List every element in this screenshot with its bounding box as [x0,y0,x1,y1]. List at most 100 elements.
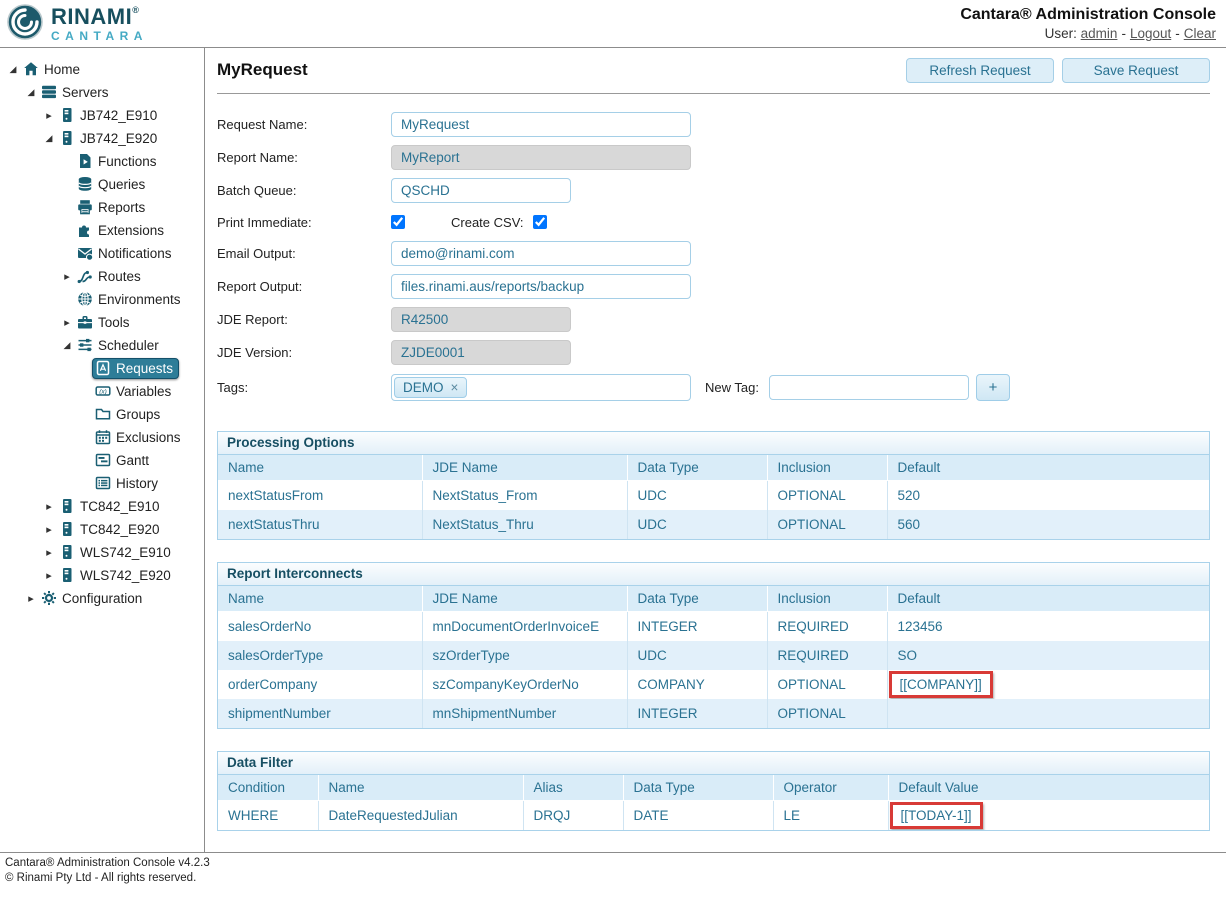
create-csv-checkbox[interactable] [533,215,547,229]
table-header-row: ConditionNameAliasData TypeOperatorDefau… [218,775,1209,801]
sidebar-item-tc842-e910[interactable]: ▸ TC842_E910 [0,495,204,518]
chevron-expanded-icon[interactable]: ◢ [60,340,74,351]
tag-chip-label: DEMO [403,380,444,395]
sidebar-item-routes[interactable]: ▸Routes [0,265,204,288]
column-header-name: Name [218,455,422,481]
cell-value: OPTIONAL [778,706,846,721]
sidebar-item-notifications[interactable]: Notifications [0,242,204,265]
chevron-expanded-icon[interactable]: ◢ [6,64,20,75]
footer-copyright: © Rinami Pty Ltd - All rights reserved. [5,871,1221,886]
logo-rinami: RINAMI® [51,6,148,28]
clear-link[interactable]: Clear [1184,26,1216,41]
cell-value: DateRequestedJulian [329,808,458,823]
column-header-jde-name: JDE Name [422,586,627,612]
user-link[interactable]: admin [1081,26,1118,41]
sidebar-item-label: Scheduler [98,338,159,353]
app-header: RINAMI® CANTARA Cantara® Administration … [0,0,1226,48]
email-output-input[interactable] [391,241,691,266]
sidebar-item-jb742-e910[interactable]: ▸JB742_E910 [0,104,204,127]
sidebar-item-history[interactable]: History [0,472,204,495]
table-row[interactable]: salesOrderNo mnDocumentOrderInvoiceE INTEG… [218,612,1209,642]
variables-icon: (x) [95,383,112,399]
cell-value: salesOrderNo [228,619,311,634]
sidebar-item-label: Groups [116,407,160,422]
chevron-collapsed-icon[interactable]: ▸ [42,523,56,536]
column-header-name: Name [218,586,422,612]
logout-link[interactable]: Logout [1130,26,1171,41]
column-header-jde-name: JDE Name [422,455,627,481]
tags-label: Tags: [217,380,391,395]
cell-value: nextStatusFrom [228,488,323,503]
user-label: User: [1045,26,1077,41]
sidebar-item-reports[interactable]: Reports [0,196,204,219]
chevron-collapsed-icon[interactable]: ▸ [42,109,56,122]
tag-chip: DEMO × [394,377,467,398]
chevron-expanded-icon[interactable]: ◢ [42,133,56,144]
sidebar-item-servers[interactable]: ◢Servers [0,81,204,104]
chevron-collapsed-icon[interactable]: ▸ [42,569,56,582]
cell-value: szOrderType [433,648,510,663]
sidebar-item-label: Functions [98,154,157,169]
server-icon [59,521,76,537]
table-row[interactable]: nextStatusThruNextStatus_ThruUDCOPTIONAL… [218,510,1209,539]
sidebar-item-gantt[interactable]: Gantt [0,449,204,472]
server-icon [59,567,76,583]
server-icon [59,107,76,123]
request-name-input[interactable] [391,112,691,137]
batch-queue-input[interactable] [391,178,571,203]
sidebar-item-configuration[interactable]: ▸Configuration [0,587,204,610]
cell-value: OPTIONAL [778,677,846,692]
chevron-collapsed-icon[interactable]: ▸ [60,270,74,283]
sidebar-item-home[interactable]: ◢Home [0,58,204,81]
new-tag-input[interactable] [769,375,969,400]
save-request-button[interactable]: Save Request [1062,58,1210,83]
report-output-label: Report Output: [217,279,391,294]
cell-value: DATE [634,808,669,823]
chevron-collapsed-icon[interactable]: ▸ [60,316,74,329]
table-processing-options: Processing OptionsNameJDE NameData TypeI… [217,431,1210,540]
refresh-request-button[interactable]: Refresh Request [906,58,1054,83]
sidebar-item-exclusions[interactable]: Exclusions [0,426,204,449]
cell-value: UDC [638,488,667,503]
chevron-expanded-icon[interactable]: ◢ [24,87,38,98]
sidebar-item-tc842-e920[interactable]: ▸TC842_E920 [0,518,204,541]
cell-value: mnDocumentOrderInvoiceE [433,619,600,634]
sidebar-item-environments[interactable]: Environments [0,288,204,311]
sidebar-item-functions[interactable]: Functions [0,150,204,173]
notifications-icon [77,245,94,261]
svg-text:(x): (x) [99,389,107,396]
table-row[interactable]: WHEREDateRequestedJulianDRQJDATELE[[TODA… [218,801,1209,831]
table-row[interactable]: orderCompanyszCompanyKeyOrderNoCOMPANYOP… [218,670,1209,699]
tag-remove-icon[interactable]: × [451,380,459,395]
gantt-icon [95,452,112,468]
sidebar-item-label: TC842_E910 [80,499,160,514]
tags-input[interactable]: DEMO × [391,374,691,401]
cell-value: OPTIONAL [778,517,846,532]
environments-icon [77,291,94,307]
sidebar-item-jb742-e920[interactable]: ◢JB742_E920 [0,127,204,150]
exclusions-icon [95,429,112,445]
sidebar-item-requests[interactable]: Requests [0,357,204,380]
sidebar-item-wls742-e910[interactable]: ▸WLS742_E910 [0,541,204,564]
sidebar-item-groups[interactable]: Groups [0,403,204,426]
print-immediate-checkbox[interactable] [391,215,405,229]
table-row[interactable]: salesOrderTypeszOrderTypeUDCREQUIREDSO [218,641,1209,670]
table-row[interactable]: shipmentNumbermnShipmentNumberINTEGEROPT… [218,699,1209,728]
add-tag-button[interactable]: + [976,374,1010,401]
chevron-collapsed-icon[interactable]: ▸ [24,592,38,605]
sidebar-item-extensions[interactable]: Extensions [0,219,204,242]
rinami-cantara-logo[interactable]: RINAMI® CANTARA [6,3,148,44]
chevron-collapsed-icon[interactable]: ▸ [42,500,56,513]
sidebar-item-variables[interactable]: (x)Variables [0,380,204,403]
server-icon [59,498,76,514]
sidebar-item-tools[interactable]: ▸Tools [0,311,204,334]
sidebar-item-wls742-e920[interactable]: ▸WLS742_E920 [0,564,204,587]
sidebar-item-queries[interactable]: Queries [0,173,204,196]
sidebar-item-scheduler[interactable]: ◢ Scheduler [0,334,204,357]
cell-value: INTEGER [638,619,698,634]
table-row[interactable]: nextStatusFromNextStatus_FromUDCOPTIONAL… [218,481,1209,511]
report-output-input[interactable] [391,274,691,299]
sidebar-tree: ◢Home◢Servers▸JB742_E910◢JB742_E920 Funct… [0,48,205,852]
main-panel: MyRequest Refresh Request Save Request R… [205,48,1226,852]
chevron-collapsed-icon[interactable]: ▸ [42,546,56,559]
